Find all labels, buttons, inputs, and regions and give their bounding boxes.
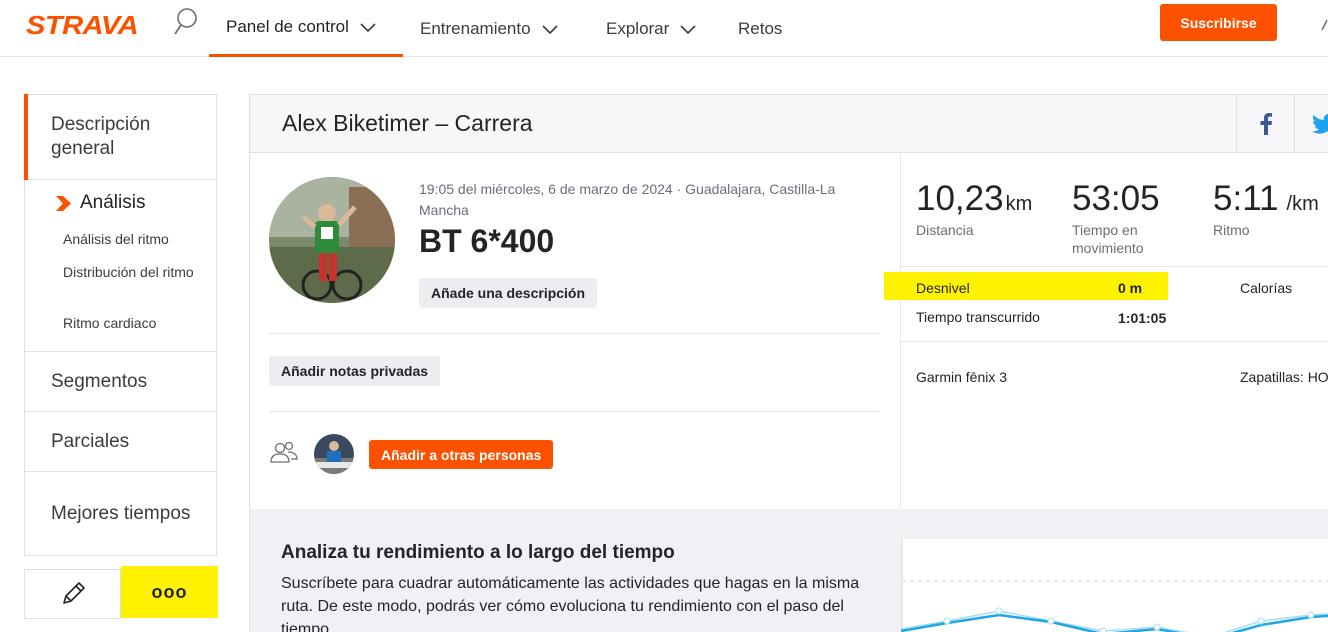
shoes-info[interactable]: Zapatillas: HO — [1240, 369, 1328, 385]
promo-text: Suscríbete para cuadrar automáticamente … — [281, 575, 860, 632]
activity-sidebar: Descripción general Análisis Análisis de… — [24, 94, 217, 556]
nav-training-label: Entrenamiento — [420, 18, 531, 38]
elevation-value: 0 m — [1118, 280, 1143, 296]
chevron-down-icon — [542, 24, 558, 34]
pace-unit: /km — [1286, 193, 1319, 215]
add-description-button[interactable]: Añade una descripción — [419, 278, 598, 308]
sidebar-item-segments[interactable]: Segmentos — [25, 352, 216, 412]
distance-label: Distancia — [916, 222, 974, 238]
sidebar-item-splits[interactable]: Parciales — [25, 412, 216, 472]
distance-unit: km — [1005, 193, 1033, 215]
sidebar-actions: ooo — [24, 566, 218, 621]
activity-date-location: 19:05 del miércoles, 6 de marzo de 2024 … — [419, 181, 836, 218]
calories-label: Calorías — [1240, 280, 1293, 296]
sidebar-analysis-group: Análisis Análisis del ritmo Distribución… — [25, 180, 216, 352]
divider — [269, 333, 879, 334]
facebook-icon — [1260, 112, 1272, 135]
moving-time-value: 53:05 — [1072, 179, 1160, 218]
distance-value: 10,23 — [916, 179, 1004, 218]
search-icon[interactable] — [172, 6, 200, 38]
sidebar-item-best-efforts[interactable]: Mejores tiempos — [25, 472, 216, 555]
activity-card: Alex Biketimer – Carrera 19:05 del miérc… — [249, 94, 1328, 632]
elapsed-time-value: 1:01:05 — [1118, 310, 1167, 326]
sidebar-link-pace-analysis[interactable]: Análisis del ritmo — [63, 230, 203, 248]
stat-pace: 5:11/km Ritmo — [1213, 179, 1319, 239]
divider — [269, 411, 879, 412]
nav-explore[interactable]: Explorar — [606, 0, 697, 57]
people-icon — [269, 441, 299, 470]
activity-name: BT 6*400 — [419, 223, 555, 259]
sidebar-item-analysis-label: Análisis — [80, 192, 146, 213]
athlete-avatar[interactable] — [269, 177, 395, 303]
nav-dashboard-label: Panel de control — [226, 17, 349, 36]
stat-distance: 10,23 km Distancia — [916, 179, 1032, 239]
activity-header: Alex Biketimer – Carrera — [250, 95, 1328, 153]
athlete-activity-title: Alex Biketimer – Carrera — [282, 110, 533, 136]
moving-time-label: Tiempo en movimiento — [1072, 222, 1144, 256]
chevron-down-icon — [360, 23, 376, 33]
edit-activity-button[interactable] — [24, 569, 121, 619]
top-navigation: STRAVA Panel de control Entrenamiento Ex… — [0, 0, 1328, 57]
share-facebook-button[interactable] — [1236, 95, 1294, 152]
more-actions-button[interactable]: ooo — [121, 566, 218, 618]
stat-moving-time: 53:05 Tiempo en movimiento — [1072, 179, 1192, 257]
nav-dashboard[interactable]: Panel de control — [209, 0, 403, 57]
performance-promo: Analiza tu rendimiento a lo largo del ti… — [250, 509, 1328, 632]
pencil-icon — [62, 582, 85, 604]
add-private-notes-button[interactable]: Añadir notas privadas — [269, 356, 441, 386]
sidebar-item-analysis[interactable]: Análisis — [55, 192, 145, 214]
divider — [901, 266, 1328, 267]
sidebar-link-pace-distribution[interactable]: Distribución del ritmo — [63, 263, 203, 281]
add-others-button[interactable]: Añadir a otras personas — [369, 440, 554, 469]
sidebar-link-heart-rate[interactable]: Ritmo cardiaco — [63, 314, 203, 332]
sidebar-item-overview[interactable]: Descripción general — [24, 94, 216, 180]
analysis-arrow-icon — [56, 195, 71, 211]
nav-challenges-label: Retos — [738, 18, 783, 38]
nav-explore-label: Explorar — [606, 18, 670, 38]
device-name: Garmin fēnix 3 — [916, 369, 1008, 385]
promo-title: Analiza tu rendimiento a lo largo del ti… — [281, 542, 675, 563]
companion-avatar[interactable] — [314, 434, 354, 474]
subscribe-button[interactable]: Suscribirse — [1160, 4, 1277, 41]
share-twitter-button[interactable] — [1294, 95, 1328, 152]
pace-label: Ritmo — [1213, 222, 1250, 238]
strava-logo[interactable]: STRAVA — [26, 10, 139, 41]
divider — [901, 341, 1328, 342]
elevation-label: Desnivel — [916, 280, 970, 296]
notification-icon[interactable] — [1320, 18, 1328, 32]
nav-challenges[interactable]: Retos — [738, 0, 782, 57]
nav-training[interactable]: Entrenamiento — [420, 0, 559, 57]
elapsed-time-label: Tiempo transcurrido — [916, 309, 1040, 325]
pace-value: 5:11 — [1213, 179, 1279, 218]
column-divider — [900, 153, 901, 509]
twitter-icon — [1311, 113, 1328, 134]
performance-trend-chart — [901, 539, 1328, 632]
chevron-down-icon — [680, 24, 696, 34]
